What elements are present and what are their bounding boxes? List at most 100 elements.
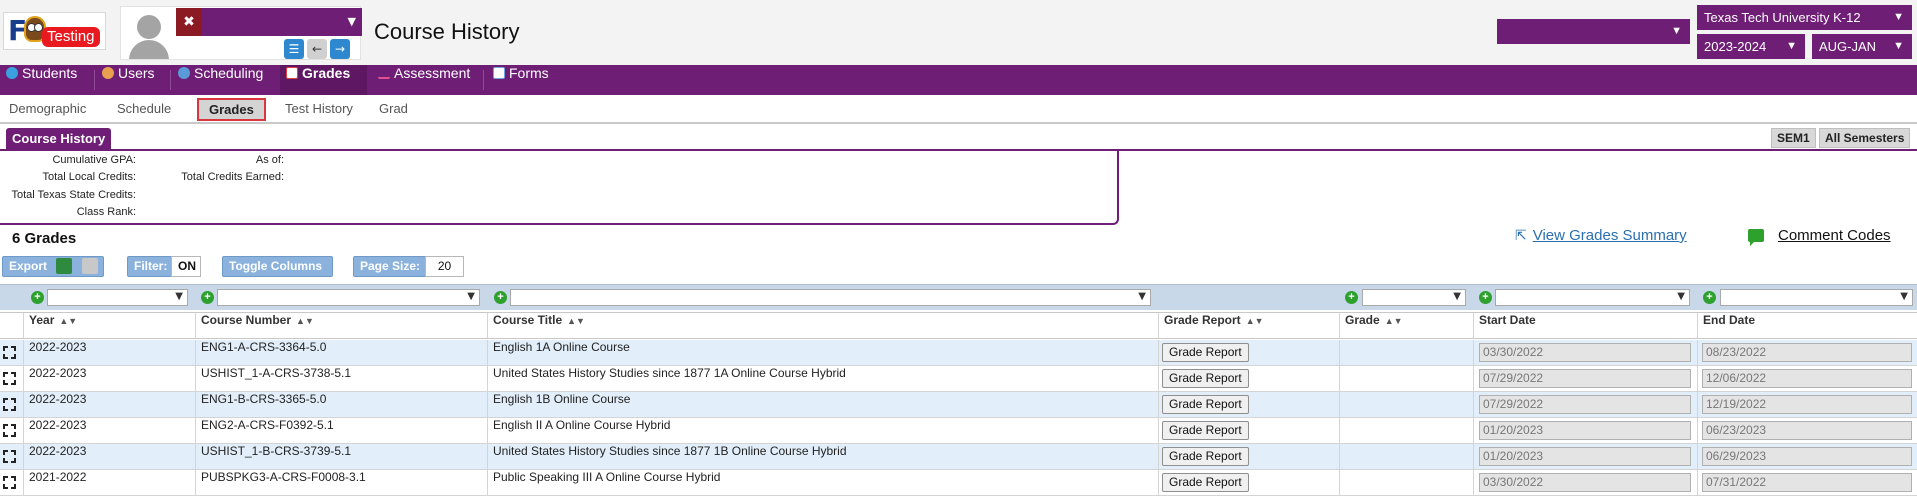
- expand-icon[interactable]: [2, 371, 17, 386]
- grade-filter[interactable]: ▼: [1362, 289, 1466, 306]
- add-filter-icon[interactable]: +: [1703, 291, 1716, 304]
- list-icon[interactable]: ☰: [284, 39, 304, 59]
- term-select[interactable]: AUG-JAN ▼: [1812, 34, 1912, 59]
- end-date-field: 06/29/2023: [1702, 447, 1912, 466]
- excel-icon[interactable]: [56, 258, 72, 274]
- tab-grades[interactable]: Grades: [197, 98, 266, 121]
- view-grades-summary-link[interactable]: ⇱ View Grades Summary: [1515, 227, 1687, 244]
- tab-schedule[interactable]: Schedule: [117, 101, 171, 116]
- toggle-columns-button[interactable]: Toggle Columns: [222, 256, 333, 277]
- sub-nav: Demographic Schedule Grades Test History…: [0, 95, 1917, 124]
- start-date-field: 07/29/2022: [1479, 395, 1691, 414]
- add-filter-icon[interactable]: +: [201, 291, 214, 304]
- nav-students[interactable]: Students: [0, 65, 91, 95]
- course-number-filter[interactable]: ▼: [217, 289, 480, 306]
- cell-end-date: 12/06/2022: [1697, 366, 1917, 391]
- main-nav: Students Users Scheduling Grades Assessm…: [0, 65, 1917, 95]
- grades-icon: [286, 67, 298, 79]
- start-date-field: 01/20/2023: [1479, 421, 1691, 440]
- sem1-button[interactable]: SEM1: [1771, 128, 1816, 148]
- district-select[interactable]: Texas Tech University K-12 ▼: [1697, 5, 1912, 30]
- add-filter-icon[interactable]: +: [1479, 291, 1492, 304]
- arrow-left-icon[interactable]: ←: [307, 39, 327, 59]
- cell-end-date: 08/23/2022: [1697, 340, 1917, 365]
- printer-icon[interactable]: [82, 258, 98, 274]
- filter-value[interactable]: ON: [171, 256, 201, 277]
- total-texas-state-credits-label: Total Texas State Credits:: [11, 189, 136, 201]
- col-year[interactable]: Year ▲▼: [23, 313, 195, 338]
- grade-report-button[interactable]: Grade Report: [1162, 473, 1249, 492]
- assessment-icon: [378, 67, 390, 79]
- tab-grad[interactable]: Grad: [379, 101, 408, 116]
- end-date-field: 12/19/2022: [1702, 395, 1912, 414]
- cell-start-date: 01/20/2023: [1473, 418, 1697, 443]
- chevron-down-icon: ▼: [1893, 40, 1904, 52]
- col-course-number[interactable]: Course Number ▲▼: [195, 313, 487, 338]
- cell-grade-report: Grade Report: [1158, 340, 1339, 365]
- expand-icon[interactable]: [2, 397, 17, 412]
- grade-report-button[interactable]: Grade Report: [1162, 447, 1249, 466]
- nav-scheduling[interactable]: Scheduling: [172, 65, 276, 95]
- cell-grade-report: Grade Report: [1158, 418, 1339, 443]
- grade-report-button[interactable]: Grade Report: [1162, 421, 1249, 440]
- start-date-filter[interactable]: ▼: [1495, 289, 1690, 306]
- nav-forms[interactable]: Forms: [487, 65, 557, 95]
- start-date-field: 01/20/2023: [1479, 447, 1691, 466]
- cell-grade-report: Grade Report: [1158, 444, 1339, 469]
- cell-year: 2022-2023: [23, 366, 195, 391]
- logo[interactable]: F Testing: [3, 12, 106, 50]
- col-grade[interactable]: Grade ▲▼: [1339, 313, 1473, 338]
- expand-icon[interactable]: [2, 345, 17, 360]
- all-semesters-button[interactable]: All Semesters: [1819, 128, 1911, 148]
- grade-report-button[interactable]: Grade Report: [1162, 343, 1249, 362]
- expand-icon[interactable]: [2, 449, 17, 464]
- start-date-field: 03/30/2022: [1479, 473, 1691, 492]
- cell-start-date: 07/29/2022: [1473, 366, 1697, 391]
- search-select[interactable]: ▼: [1497, 19, 1690, 44]
- end-date-filter[interactable]: ▼: [1720, 289, 1913, 306]
- col-course-title[interactable]: Course Title ▲▼: [487, 313, 1158, 338]
- sort-icon: ▲▼: [59, 316, 78, 326]
- class-rank-label: Class Rank:: [76, 206, 136, 218]
- forms-icon: [493, 67, 505, 79]
- course-title-filter[interactable]: ▼: [510, 289, 1151, 306]
- year-filter[interactable]: ▼: [47, 289, 188, 306]
- filter-label: Filter:: [134, 259, 168, 273]
- add-filter-icon[interactable]: +: [1345, 291, 1358, 304]
- col-grade-report[interactable]: Grade Report ▲▼: [1158, 313, 1339, 338]
- cell-course-title: Public Speaking III A Online Course Hybr…: [487, 470, 1158, 495]
- expand-icon[interactable]: [2, 475, 17, 490]
- end-date-field: 08/23/2022: [1702, 343, 1912, 362]
- add-filter-icon[interactable]: +: [494, 291, 507, 304]
- tab-course-history[interactable]: Course History: [6, 128, 112, 150]
- page-size-input[interactable]: 20: [425, 256, 464, 277]
- cell-course-title: United States History Studies since 1877…: [487, 444, 1158, 469]
- tab-demographic[interactable]: Demographic: [9, 101, 86, 116]
- add-filter-icon[interactable]: +: [31, 291, 44, 304]
- year-select[interactable]: 2023-2024 ▼: [1697, 34, 1805, 59]
- nav-assessment-label: Assessment: [394, 65, 471, 81]
- nav-grades[interactable]: Grades: [280, 65, 367, 95]
- chevron-down-icon: ▼: [1786, 40, 1797, 52]
- student-nav: ☰ ← →: [281, 39, 350, 59]
- page-title: Course History: [374, 19, 520, 44]
- comment-codes-link[interactable]: Comment Codes: [1778, 227, 1891, 244]
- cell-year: 2021-2022: [23, 470, 195, 495]
- col-end-date[interactable]: End Date: [1697, 313, 1917, 338]
- col-start-date[interactable]: Start Date: [1473, 313, 1697, 338]
- start-date-field: 03/30/2022: [1479, 343, 1691, 362]
- nav-users[interactable]: Users: [96, 65, 166, 95]
- cell-start-date: 01/20/2023: [1473, 444, 1697, 469]
- expand-icon[interactable]: [2, 423, 17, 438]
- sort-icon: ▲▼: [567, 316, 585, 326]
- clear-student-button[interactable]: ✖: [176, 8, 202, 36]
- student-select[interactable]: ✖ ▼: [176, 8, 362, 36]
- table-row: 2022-2023 ENG1-B-CRS-3365-5.0 English 1B O…: [0, 392, 1917, 418]
- grade-report-button[interactable]: Grade Report: [1162, 395, 1249, 414]
- cell-course-title: English 1A Online Course: [487, 340, 1158, 365]
- nav-assessment[interactable]: Assessment: [372, 65, 476, 95]
- cell-end-date: 07/31/2022: [1697, 470, 1917, 495]
- tab-test-history[interactable]: Test History: [285, 101, 353, 116]
- grade-report-button[interactable]: Grade Report: [1162, 369, 1249, 388]
- arrow-right-icon[interactable]: →: [330, 39, 350, 59]
